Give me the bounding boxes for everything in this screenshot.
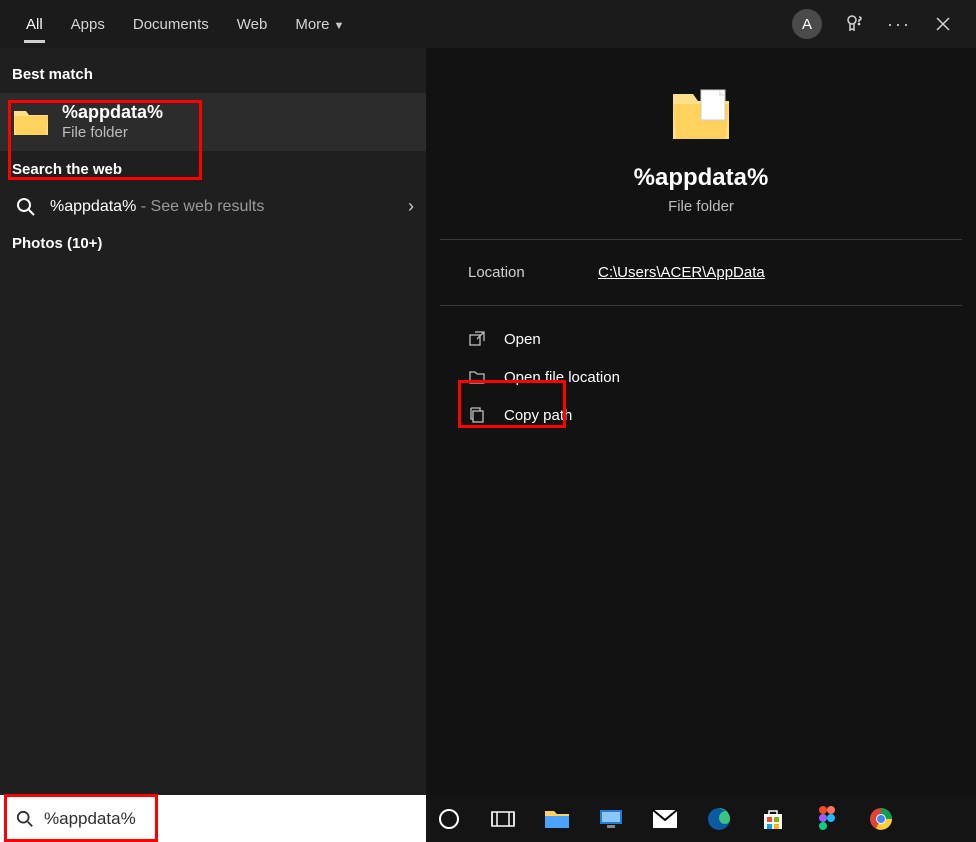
folder-icon-large [669, 86, 733, 144]
preview-title: %appdata% [634, 164, 769, 192]
edge-icon[interactable] [706, 806, 732, 832]
action-list: Open Open file location [440, 306, 962, 448]
more-options-icon[interactable]: ··· [888, 13, 910, 35]
search-results-panel: All Apps Documents Web More ▼ A ··· Best … [0, 0, 976, 795]
task-view-icon[interactable] [490, 806, 516, 832]
preview-pane: %appdata% File folder Location C:\Users\… [426, 48, 976, 795]
search-icon [16, 810, 34, 828]
web-term: %appdata% [50, 198, 136, 215]
location-row: Location C:\Users\ACER\AppData [440, 240, 962, 306]
action-open-location-label: Open file location [504, 369, 620, 386]
action-copy-path-label: Copy path [504, 407, 572, 424]
chevron-down-icon: ▼ [334, 20, 345, 32]
action-copy-path[interactable]: Copy path [450, 396, 952, 434]
action-open-label: Open [504, 331, 541, 348]
section-best-match: Best match [0, 56, 426, 93]
file-explorer-icon[interactable] [544, 806, 570, 832]
chrome-icon[interactable] [868, 806, 894, 832]
web-search-result[interactable]: %appdata% - See web results › [0, 188, 426, 225]
figma-icon[interactable] [814, 806, 840, 832]
action-open-location[interactable]: Open file location [450, 358, 952, 396]
web-suffix: - See web results [136, 198, 264, 215]
tab-more-label: More [295, 16, 329, 33]
copy-icon [468, 406, 486, 424]
store-icon[interactable] [760, 806, 786, 832]
taskbar [426, 795, 976, 842]
tab-documents[interactable]: Documents [119, 4, 223, 45]
rewards-icon[interactable] [844, 13, 866, 35]
folder-outline-icon [468, 368, 486, 386]
action-open[interactable]: Open [450, 320, 952, 358]
results-list: Best match %appdata% File folder Search … [0, 48, 426, 795]
monitor-icon[interactable] [598, 806, 624, 832]
search-input[interactable] [44, 809, 426, 829]
folder-icon [12, 106, 50, 138]
location-label: Location [468, 264, 598, 281]
cortana-icon[interactable] [436, 806, 462, 832]
close-icon[interactable] [932, 13, 954, 35]
tab-more[interactable]: More ▼ [281, 4, 358, 45]
filter-tabs: All Apps Documents Web More ▼ A ··· [0, 0, 976, 48]
section-photos[interactable]: Photos (10+) [0, 225, 426, 262]
tab-web[interactable]: Web [223, 4, 282, 45]
section-search-web: Search the web [0, 151, 426, 188]
best-match-result[interactable]: %appdata% File folder [0, 93, 426, 151]
result-title: %appdata% [62, 101, 163, 123]
open-icon [468, 330, 486, 348]
tab-apps[interactable]: Apps [57, 4, 119, 45]
search-box[interactable] [0, 795, 426, 842]
result-subtitle: File folder [62, 123, 163, 143]
user-avatar[interactable]: A [792, 9, 822, 39]
mail-icon[interactable] [652, 806, 678, 832]
tab-all[interactable]: All [12, 4, 57, 45]
chevron-right-icon: › [408, 196, 414, 217]
location-value[interactable]: C:\Users\ACER\AppData [598, 264, 934, 281]
search-icon [16, 197, 36, 217]
preview-subtitle: File folder [668, 198, 734, 215]
